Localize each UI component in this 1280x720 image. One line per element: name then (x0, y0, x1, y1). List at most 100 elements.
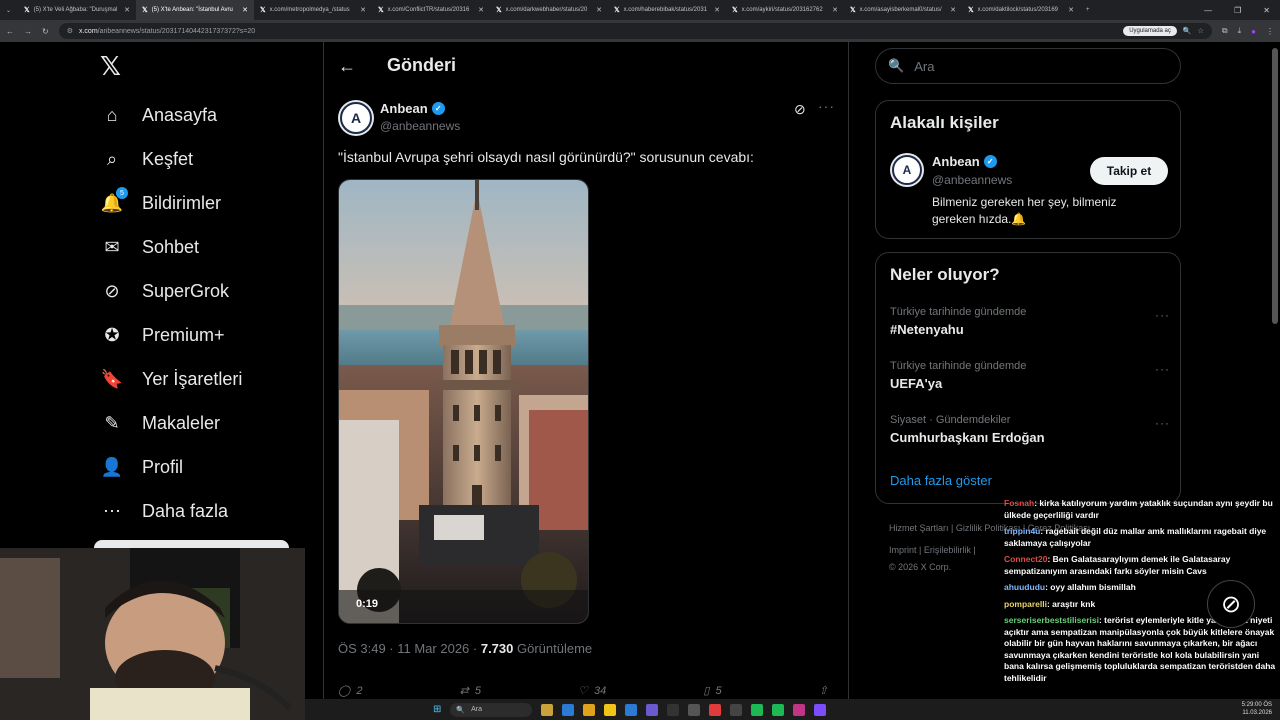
widget-icon[interactable] (541, 703, 554, 716)
post-timestamp[interactable]: ÖS 3:49 · 11 Mar 2026 · (338, 641, 481, 656)
related-name[interactable]: Anbean ✓ (932, 154, 997, 169)
sidebar-item-premium[interactable]: ✪ Premium+ (100, 320, 224, 350)
app-icon[interactable] (709, 703, 722, 716)
share-button[interactable]: ⇧ (819, 684, 828, 697)
author-name[interactable]: Anbean ✓ (380, 101, 445, 116)
back-arrow-icon[interactable]: ← (338, 56, 356, 77)
app-icon[interactable] (667, 703, 680, 716)
taskbar-clock[interactable]: 5:29:00 ÖS 11.03.2026 (1242, 701, 1272, 717)
close-tab-icon[interactable]: ✕ (596, 6, 602, 14)
related-avatar[interactable]: A (890, 153, 924, 187)
browser-tab[interactable]: 𝕏x.com/asayisberkemal0/status/ ✕ (844, 0, 962, 20)
post-meta: ÖS 3:49 · 11 Mar 2026 · 7.730 Görüntülem… (338, 641, 592, 656)
trend-more-icon[interactable]: ··· (1155, 308, 1170, 322)
reload-icon[interactable]: ↻ (42, 27, 49, 36)
close-tab-icon[interactable]: ✕ (124, 6, 130, 14)
related-handle[interactable]: @anbeannews (932, 173, 1012, 187)
app-icon[interactable] (562, 703, 575, 716)
sidebar-item-bell[interactable]: 🔔 5 Bildirimler (100, 187, 222, 218)
trend-item[interactable]: Türkiye tarihinde gündemde #Netenyahu ··· (890, 306, 1170, 337)
footer-links[interactable]: Imprint | Erişilebilirlik | (889, 545, 976, 555)
open-in-app-button[interactable]: Uygulamada aç (1123, 26, 1177, 36)
author-avatar[interactable]: A (338, 100, 374, 136)
tab-list-icon[interactable]: ⌄ (0, 0, 18, 20)
show-more-link[interactable]: Daha fazla göster (890, 473, 992, 488)
x-logo-icon[interactable]: 𝕏 (100, 52, 121, 82)
star-icon[interactable]: ☆ (1198, 27, 1204, 35)
app-icon[interactable] (793, 703, 806, 716)
app-icon[interactable] (583, 703, 596, 716)
sidebar-item-more[interactable]: ⋯ Daha fazla (100, 496, 228, 526)
trend-item[interactable]: Siyaset · Gündemdekiler Cumhurbaşkanı Erd… (890, 414, 1170, 445)
bookmark-button[interactable]: ▯ 5 (703, 684, 721, 698)
follow-button[interactable]: Takip et (1090, 157, 1168, 185)
window-controls[interactable]: — ❐ ✕ (1204, 6, 1280, 15)
trend-more-icon[interactable]: ··· (1155, 362, 1170, 376)
url-host: x.com (78, 27, 98, 35)
sidebar-item-article[interactable]: ✎ Makaleler (100, 408, 220, 438)
start-icon[interactable]: ⊞ (433, 704, 441, 715)
bookmark-icon: ▯ (703, 685, 710, 697)
more-options-icon[interactable]: ··· (818, 98, 835, 114)
scrollbar[interactable] (1272, 48, 1278, 324)
trend-item[interactable]: Türkiye tarihinde gündemde UEFA'ya ··· (890, 360, 1170, 391)
trend-more-icon[interactable]: ··· (1155, 416, 1170, 430)
author-handle[interactable]: @anbeannews (380, 119, 460, 133)
new-tab-icon[interactable]: + (1080, 0, 1098, 20)
app-icon[interactable] (625, 703, 638, 716)
forward-nav-icon[interactable]: → (24, 27, 32, 36)
sidebar-item-search[interactable]: ⌕ Keşfet (100, 144, 193, 174)
close-tab-icon[interactable]: ✕ (832, 6, 838, 14)
tab-label: x.com/haberebibak/status/2031 (623, 7, 708, 13)
chat-message: Connect20: Ben Galatasaraylıyım demek il… (1004, 554, 1280, 577)
zoom-icon[interactable]: 🔍 (1183, 27, 1192, 35)
close-tab-icon[interactable]: ✕ (478, 6, 484, 14)
back-nav-icon[interactable]: ← (6, 27, 14, 36)
post-video[interactable] (338, 179, 589, 624)
close-tab-icon[interactable]: ✕ (714, 6, 720, 14)
repost-button[interactable]: ⇄ 5 (460, 684, 481, 698)
sidebar-item-label: Profil (142, 456, 184, 477)
sidebar-item-grok[interactable]: ⊘ SuperGrok (100, 276, 229, 306)
site-info-icon[interactable]: ⚙ (67, 27, 73, 35)
close-tab-icon[interactable]: ✕ (1068, 6, 1074, 14)
folder-icon[interactable] (604, 703, 617, 716)
browser-tab[interactable]: 𝕏x.com/daktilock/status/203169 ✕ (962, 0, 1080, 20)
app-icon[interactable] (814, 703, 827, 716)
spotify-icon[interactable] (772, 703, 785, 716)
sidebar-item-mail[interactable]: ✉ Sohbet (100, 232, 199, 262)
sidebar-item-label: Yer İşaretleri (142, 368, 243, 389)
browser-tab[interactable]: 𝕏x.com/metropolmedya_/status ✕ (254, 0, 372, 20)
browser-tab[interactable]: 𝕏x.com/darkwebhaber/status/20 ✕ (490, 0, 608, 20)
close-tab-icon[interactable]: ✕ (242, 6, 248, 14)
app-icon[interactable] (646, 703, 659, 716)
browser-menu-icon[interactable]: ⋮ (1266, 27, 1274, 36)
taskbar-search[interactable]: 🔍 Ara (450, 702, 533, 717)
browser-tab[interactable]: 𝕏x.com/aykiri/status/203162762 ✕ (726, 0, 844, 20)
download-icon[interactable]: ⤓ (1238, 26, 1242, 36)
close-tab-icon[interactable]: ✕ (360, 6, 366, 14)
reply-button[interactable]: ◯ 2 (338, 684, 362, 698)
sidebar-item-person[interactable]: 👤 Profil (100, 452, 183, 482)
browser-tab[interactable]: 𝕏 (5) X'te Anbean: "İstanbul Avru ✕ (136, 0, 254, 20)
grok-floating-button[interactable]: ⊘ (1207, 580, 1255, 628)
url-field[interactable]: ⚙ x.com/anbeannews/status/20317140442317… (58, 23, 1212, 39)
like-button[interactable]: ♡ 34 (578, 684, 606, 698)
chat-username: trippin4u (1004, 526, 1041, 536)
app-icon[interactable] (751, 703, 764, 716)
app-icon[interactable] (688, 703, 701, 716)
x-favicon-icon: 𝕏 (260, 7, 266, 14)
search-input[interactable]: 🔍 Ara (875, 48, 1181, 84)
close-tab-icon[interactable]: ✕ (950, 6, 956, 14)
sidebar-item-bookmark[interactable]: 🔖 Yer İşaretleri (100, 364, 243, 394)
app-icon[interactable] (730, 703, 743, 716)
browser-tab[interactable]: 𝕏x.com/ConflictTR/status/20316 ✕ (372, 0, 490, 20)
x-favicon-icon: 𝕏 (850, 7, 856, 14)
extensions-icon[interactable]: ⧉ (1222, 26, 1228, 36)
sidebar-item-home[interactable]: ⌂ Anasayfa (100, 100, 218, 130)
browser-tab[interactable]: 𝕏 (5) X'te Veli Ağbaba: "Duruşmal ✕ (18, 0, 136, 20)
browser-tab[interactable]: 𝕏x.com/haberebibak/status/2031 ✕ (608, 0, 726, 20)
profile-icon[interactable]: ● (1251, 27, 1256, 36)
sidebar-item-label: Bildirimler (142, 192, 222, 213)
grok-icon[interactable]: ⊘ (794, 101, 806, 118)
